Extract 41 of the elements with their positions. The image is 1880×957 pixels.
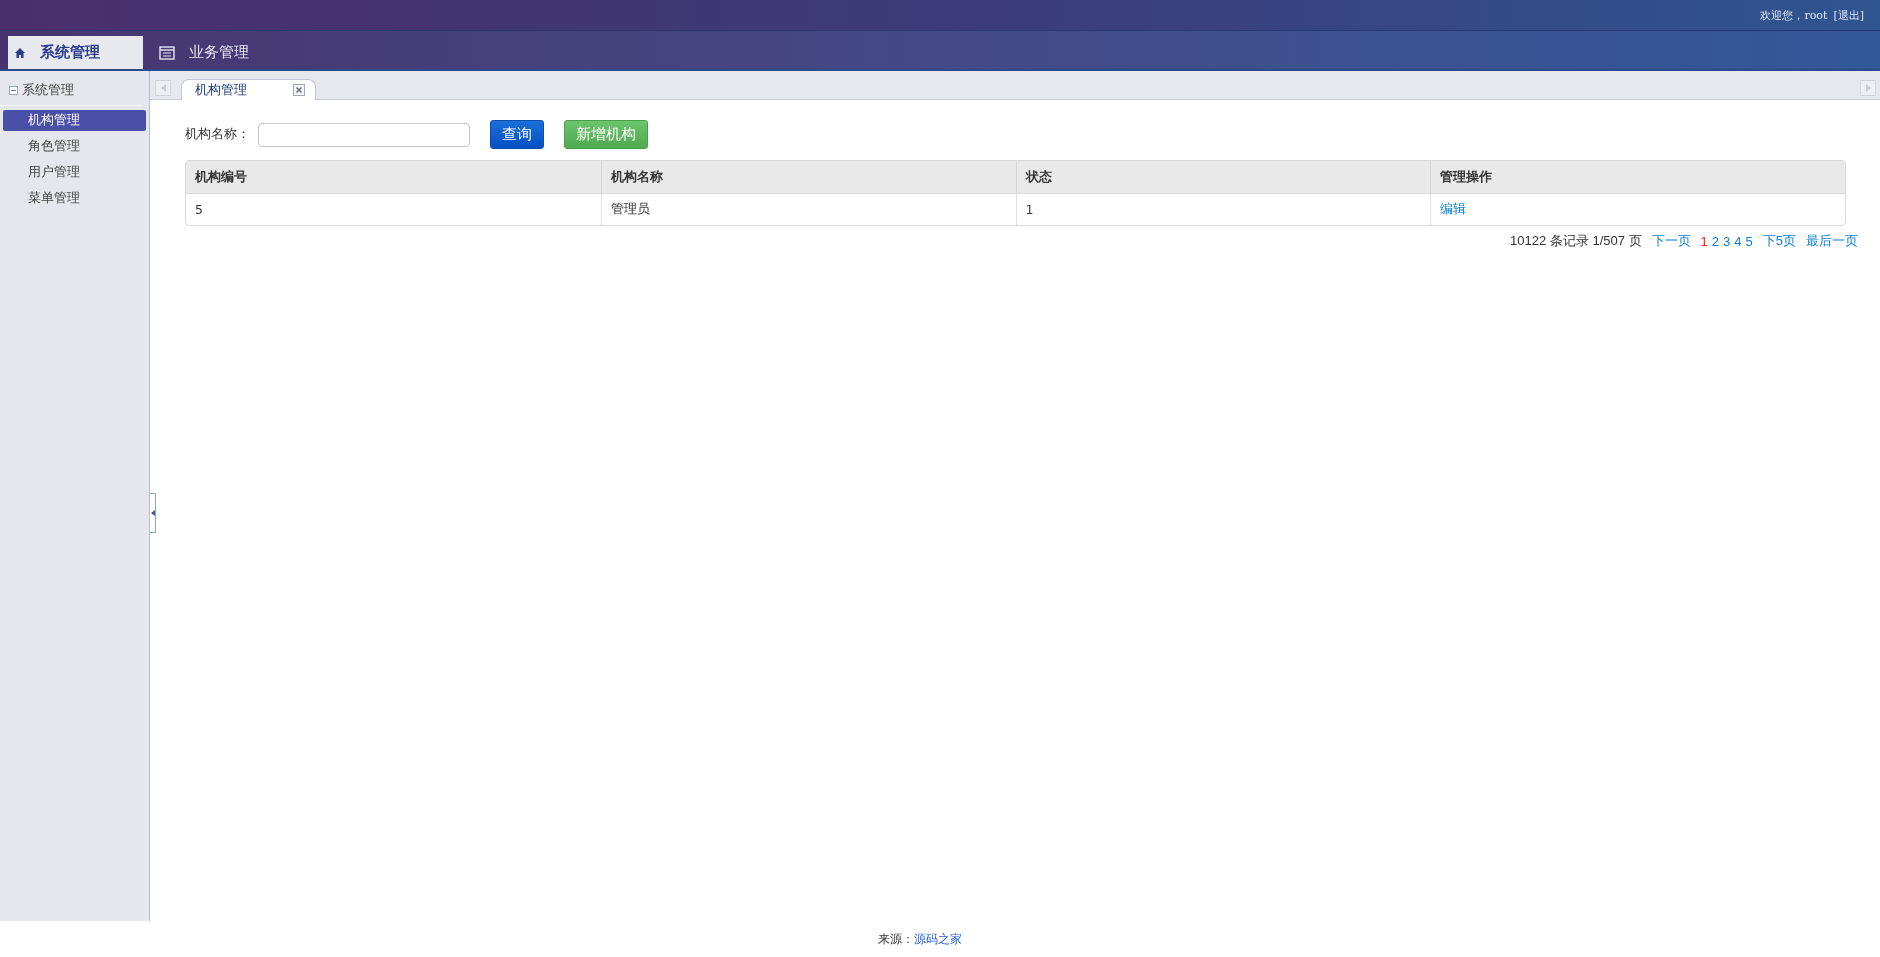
close-icon — [293, 84, 305, 96]
search-button[interactable]: 查询 — [490, 120, 544, 149]
next-five-link[interactable]: 下5页 — [1762, 232, 1796, 250]
column-header: 机构编号 — [186, 161, 601, 194]
collapse-handle[interactable] — [150, 493, 156, 533]
record-count: 10122 条记录 1/507 页 — [1510, 232, 1642, 250]
page-number[interactable]: 2 — [1711, 233, 1720, 249]
source-link[interactable]: 源码之家 — [914, 930, 962, 948]
column-header: 机构名称 — [600, 161, 1016, 194]
scroll-right-button[interactable] — [1860, 80, 1876, 96]
next-page-link[interactable]: 下一页 — [1651, 232, 1691, 250]
page-number[interactable]: 4 — [1734, 233, 1742, 249]
column-header: 状态 — [1015, 161, 1431, 194]
page-tab[interactable]: 机构管理 — [181, 79, 316, 100]
page-number[interactable]: 5 — [1745, 233, 1753, 249]
field-label: 机构名称： — [185, 126, 250, 143]
welcome-text: 欢迎您，root — [1760, 7, 1828, 23]
sidebar-heading[interactable]: 系统管理 — [0, 81, 143, 106]
sidebar-item[interactable]: 菜单管理 — [3, 188, 146, 209]
edit-link[interactable]: 编辑 — [1440, 201, 1467, 216]
column-header: 管理操作 — [1430, 161, 1845, 194]
list-icon — [159, 45, 175, 60]
home-icon — [14, 46, 26, 59]
table-cell-text: 5 — [194, 201, 204, 219]
table-cell: 1 — [1015, 194, 1431, 225]
table-cell: 管理员 — [600, 194, 1016, 225]
nav-tab[interactable]: 业务管理 — [151, 36, 273, 69]
arrow-icon — [1865, 84, 1871, 92]
sidebar-item[interactable]: 机构管理 — [3, 110, 146, 131]
scroll-left-button[interactable] — [155, 80, 171, 96]
source-label: 来源： — [878, 930, 914, 948]
sidebar-item[interactable]: 用户管理 — [3, 162, 146, 183]
last-page-link[interactable]: 最后一页 — [1806, 232, 1858, 250]
page-number[interactable]: 3 — [1723, 233, 1731, 249]
page-number[interactable]: 1 — [1700, 233, 1708, 249]
arrow-icon — [160, 84, 166, 92]
arrow-icon — [150, 510, 155, 516]
search-field[interactable] — [258, 122, 470, 147]
nav-tab[interactable]: 系统管理 — [8, 36, 143, 69]
logout-link[interactable]: [退出] — [1833, 7, 1864, 23]
sidebar-item[interactable]: 角色管理 — [3, 136, 146, 157]
